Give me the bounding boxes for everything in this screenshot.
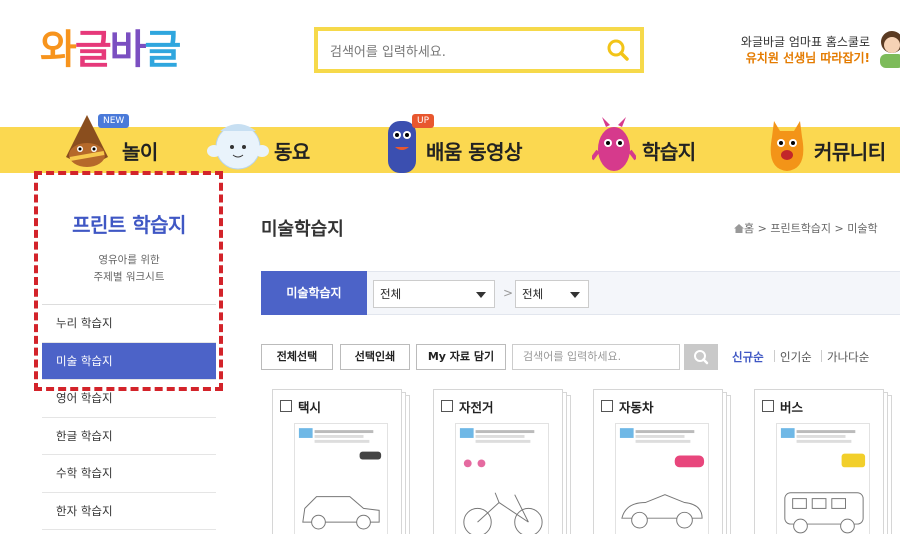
- chevron-right-icon: >: [503, 286, 514, 300]
- worksheet-card[interactable]: 자전거: [433, 389, 571, 534]
- main-nav-bar: NEW 놀이 동요 UP 배움 동영상 학습지 커뮤니티: [0, 114, 900, 173]
- sidebar-subtitle-line2: 주제별 워크시트: [93, 271, 165, 283]
- select-all-button[interactable]: 전체선택: [261, 344, 333, 370]
- logo-char-2: 글: [74, 27, 112, 73]
- content-search-input[interactable]: 검색어를 입력하세요.: [512, 344, 680, 370]
- sidebar-subtitle: 영유아를 위한 주제별 워크시트: [42, 252, 216, 286]
- sidebar-item-nuri[interactable]: 누리 학습지: [42, 305, 216, 343]
- bicycle-worksheet-thumbnail[interactable]: [455, 423, 549, 534]
- breadcrumb-text[interactable]: 홈 > 프린트학습지 > 미술학: [744, 222, 878, 235]
- card-title[interactable]: 자전거: [459, 397, 494, 416]
- home-icon[interactable]: [734, 224, 744, 233]
- nav-item-videos[interactable]: UP 배움 동영상: [382, 114, 522, 173]
- filter-bar: 미술학습지 전체 > 전체: [261, 271, 900, 315]
- sidebar-item-english[interactable]: 영어 학습지: [42, 380, 216, 418]
- nav-item-songs[interactable]: 동요: [206, 124, 310, 173]
- category-select[interactable]: 전체: [373, 280, 495, 308]
- page: 와글바글 검색어를 입력하세요. 와글바글 엄마표 홈스쿨로 유치원 선생님 따…: [0, 0, 900, 534]
- card-checkbox[interactable]: [280, 400, 292, 412]
- worksheet-card[interactable]: 택시: [272, 389, 410, 534]
- sidebar-item-hanja[interactable]: 한자 학습지: [42, 493, 216, 530]
- logo-char-4: 글: [144, 27, 181, 73]
- category-select-value: 전체: [380, 287, 402, 301]
- sidebar-subtitle-line1: 영유아를 위한: [98, 254, 160, 266]
- logo-char-3: 바: [109, 27, 147, 73]
- card-checkbox[interactable]: [601, 400, 613, 412]
- logo[interactable]: 와글바글: [40, 22, 181, 78]
- sort-divider: [821, 350, 822, 362]
- bus-worksheet-thumbnail[interactable]: [776, 423, 870, 534]
- content-search-button[interactable]: [684, 344, 718, 370]
- worksheet-card[interactable]: 자동차: [593, 389, 731, 534]
- nav-label-videos: 배움 동영상: [426, 139, 522, 164]
- orange-monster-icon: [770, 121, 804, 171]
- nav-label-community: 커뮤니티: [814, 139, 886, 164]
- nav-item-worksheets[interactable]: 학습지: [592, 117, 696, 173]
- promo-line-2: 유치원 선생님 따라잡기!: [745, 51, 870, 65]
- sort-divider: [774, 350, 775, 362]
- nav-badge-new: NEW: [98, 114, 130, 128]
- nav-label-worksheets: 학습지: [642, 139, 696, 164]
- card-title[interactable]: 택시: [298, 397, 321, 416]
- promo-line-1: 와글바글 엄마표 홈스쿨로: [740, 35, 870, 49]
- subcategory-select-value: 전체: [522, 287, 544, 301]
- top-search-placeholder: 검색어를 입력하세요.: [330, 45, 446, 60]
- nav-label-songs: 동요: [274, 139, 310, 164]
- top-search-box[interactable]: 검색어를 입력하세요.: [314, 27, 644, 73]
- sidebar-title: 프린트 학습지: [72, 213, 186, 237]
- subcategory-select[interactable]: 전체: [515, 280, 589, 308]
- sidebar-menu: 누리 학습지 미술 학습지 영어 학습지 한글 학습지 수학 학습지 한자 학습…: [42, 305, 216, 530]
- chevron-down-icon: [570, 292, 580, 298]
- my-save-button[interactable]: My 자료 담기: [416, 344, 506, 370]
- logo-char-1: 와: [40, 27, 77, 73]
- sort-newest[interactable]: 신규순: [732, 349, 764, 365]
- cloud-character-icon: [207, 124, 269, 170]
- sidebar: 프린트 학습지 영유아를 위한 주제별 워크시트 누리 학습지 미술 학습지 영…: [42, 173, 216, 534]
- card-title[interactable]: 자동차: [619, 397, 654, 416]
- sidebar-header: 프린트 학습지 영유아를 위한 주제별 워크시트: [42, 173, 216, 305]
- promo-text[interactable]: 와글바글 엄마표 홈스쿨로 유치원 선생님 따라잡기!: [741, 34, 870, 66]
- nav-item-community[interactable]: 커뮤니티: [766, 121, 886, 173]
- sort-alphabetical[interactable]: 가나다순: [827, 349, 869, 365]
- chevron-down-icon: [476, 292, 486, 298]
- nav-badge-up: UP: [412, 114, 435, 128]
- card-checkbox[interactable]: [441, 400, 453, 412]
- filter-tab-art[interactable]: 미술학습지: [261, 271, 367, 315]
- sidebar-item-hangul[interactable]: 한글 학습지: [42, 418, 216, 455]
- worksheet-card[interactable]: 버스: [754, 389, 892, 534]
- search-icon: [694, 350, 709, 365]
- search-icon[interactable]: [606, 38, 630, 62]
- sort-popular[interactable]: 인기순: [780, 349, 812, 365]
- sidebar-item-art[interactable]: 미술 학습지: [42, 342, 216, 380]
- pink-monster-icon: [592, 117, 636, 171]
- page-title: 미술학습지: [261, 219, 344, 240]
- nav-item-play[interactable]: NEW 놀이: [60, 114, 158, 173]
- teacher-avatar-icon: [880, 31, 900, 68]
- breadcrumb: 홈 > 프린트학습지 > 미술학: [734, 220, 878, 236]
- print-selected-button[interactable]: 선택인쇄: [340, 344, 410, 370]
- nav-label-play: 놀이: [122, 139, 158, 164]
- card-title[interactable]: 버스: [780, 397, 803, 416]
- car-worksheet-thumbnail[interactable]: [615, 423, 709, 534]
- card-checkbox[interactable]: [762, 400, 774, 412]
- taxi-worksheet-thumbnail[interactable]: [294, 423, 388, 534]
- sidebar-item-math[interactable]: 수학 학습지: [42, 455, 216, 493]
